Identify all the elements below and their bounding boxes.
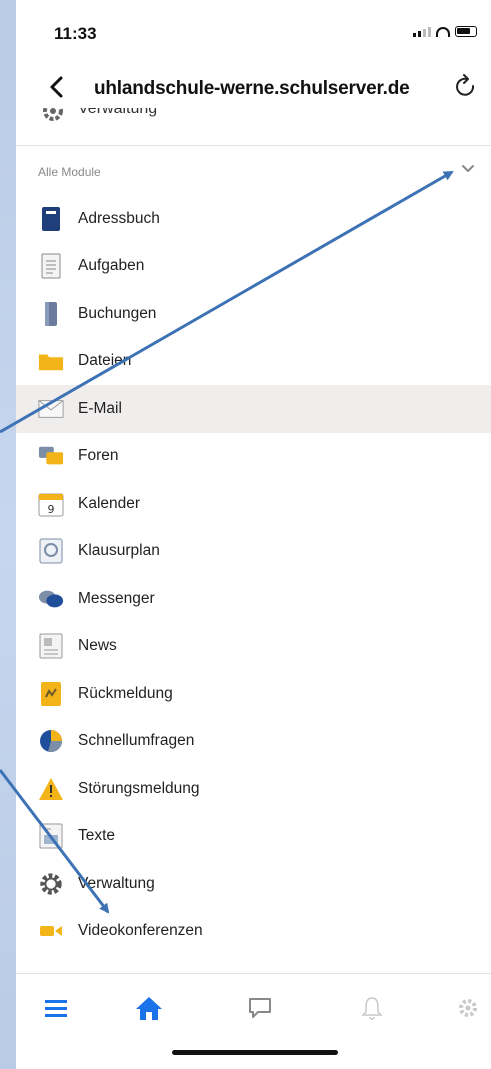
chevron-down-icon[interactable] — [459, 160, 477, 178]
module-item-buchungen[interactable]: Buchungen — [16, 290, 491, 338]
module-item-aufgaben[interactable]: Aufgaben — [16, 243, 491, 291]
module-label: Aufgaben — [78, 257, 145, 275]
calendar-icon: 9 — [38, 491, 64, 517]
gear-icon — [38, 871, 64, 897]
bell-icon[interactable] — [354, 990, 390, 1026]
module-label: Adressbuch — [78, 209, 160, 227]
forum-icon — [38, 443, 64, 469]
home-icon[interactable] — [131, 990, 167, 1026]
module-item-e-mail[interactable]: E-Mail — [16, 385, 491, 433]
module-label: E-Mail — [78, 399, 122, 417]
video-camera-icon — [38, 918, 64, 944]
module-item-adressbuch[interactable]: Adressbuch — [16, 195, 491, 243]
back-icon[interactable] — [42, 72, 72, 102]
url-text[interactable]: uhlandschule-werne.schulserver.de — [94, 78, 410, 100]
module-item-verwaltung[interactable]: Verwaltung — [16, 860, 491, 908]
exam-plan-icon — [38, 538, 64, 564]
module-label: Kalender — [78, 494, 141, 512]
bottom-tab-bar — [16, 973, 491, 1069]
battery-icon — [455, 26, 477, 37]
module-label: Buchungen — [78, 304, 157, 322]
module-label: Foren — [78, 447, 119, 465]
module-item-kalender[interactable]: 9 Kalender — [16, 480, 491, 528]
reload-icon[interactable] — [451, 72, 481, 102]
module-item-news[interactable]: News — [16, 623, 491, 671]
module-item-videokonferenzen[interactable]: Videokonferenzen — [16, 908, 491, 956]
menu-icon[interactable] — [38, 990, 74, 1026]
pie-chart-icon — [38, 728, 64, 754]
browser-address-bar: uhlandschule-werne.schulserver.de — [16, 62, 491, 112]
envelope-icon — [38, 396, 64, 422]
text-document-icon — [38, 823, 64, 849]
module-label: Dateien — [78, 352, 132, 370]
module-item-messenger[interactable]: Messenger — [16, 575, 491, 623]
feedback-icon — [38, 681, 64, 707]
divider — [16, 145, 491, 146]
module-label: Messenger — [78, 589, 155, 607]
module-item-rueckmeldung[interactable]: Rückmeldung — [16, 670, 491, 718]
task-list-icon — [38, 253, 64, 279]
status-bar: 11:33 — [16, 0, 491, 62]
partial-item-label: Verwaltung — [78, 108, 158, 117]
phone-screen: 11:33 uhlandschule-werne.schulserver.de … — [16, 0, 491, 1069]
module-label: Schnellumfragen — [78, 732, 195, 750]
module-item-dateien[interactable]: Dateien — [16, 338, 491, 386]
chat-icon[interactable] — [242, 990, 278, 1026]
module-label: Störungsmeldung — [78, 779, 200, 797]
status-icons — [413, 26, 477, 37]
module-label: Videokonferenzen — [78, 922, 203, 940]
gear-icon — [43, 108, 63, 121]
module-item-stoerungsmeldung[interactable]: Störungsmeldung — [16, 765, 491, 813]
address-book-icon — [38, 206, 64, 232]
svg-text:9: 9 — [48, 503, 55, 516]
partially-scrolled-item[interactable]: Verwaltung — [38, 108, 338, 130]
module-item-klausurplan[interactable]: Klausurplan — [16, 528, 491, 576]
chat-bubbles-icon — [38, 586, 64, 612]
module-list: Adressbuch Aufgaben Buchungen Dateien E-… — [16, 195, 491, 955]
module-item-foren[interactable]: Foren — [16, 433, 491, 481]
warning-icon — [38, 776, 64, 802]
status-time: 11:33 — [54, 24, 97, 43]
module-label: Verwaltung — [78, 874, 155, 892]
module-label: Klausurplan — [78, 542, 160, 560]
home-indicator — [172, 1050, 338, 1055]
booking-icon — [38, 301, 64, 327]
module-label: Texte — [78, 827, 116, 845]
newspaper-icon — [38, 633, 64, 659]
module-item-schnellumfragen[interactable]: Schnellumfragen — [16, 718, 491, 766]
folder-icon — [38, 348, 64, 374]
module-label: Rückmeldung — [78, 684, 173, 702]
wifi-icon — [436, 27, 450, 37]
settings-icon[interactable] — [450, 990, 486, 1026]
module-item-texte[interactable]: Texte — [16, 813, 491, 861]
cellular-signal-icon — [413, 27, 431, 37]
module-label: News — [78, 637, 117, 655]
section-label: Alle Module — [38, 165, 101, 179]
